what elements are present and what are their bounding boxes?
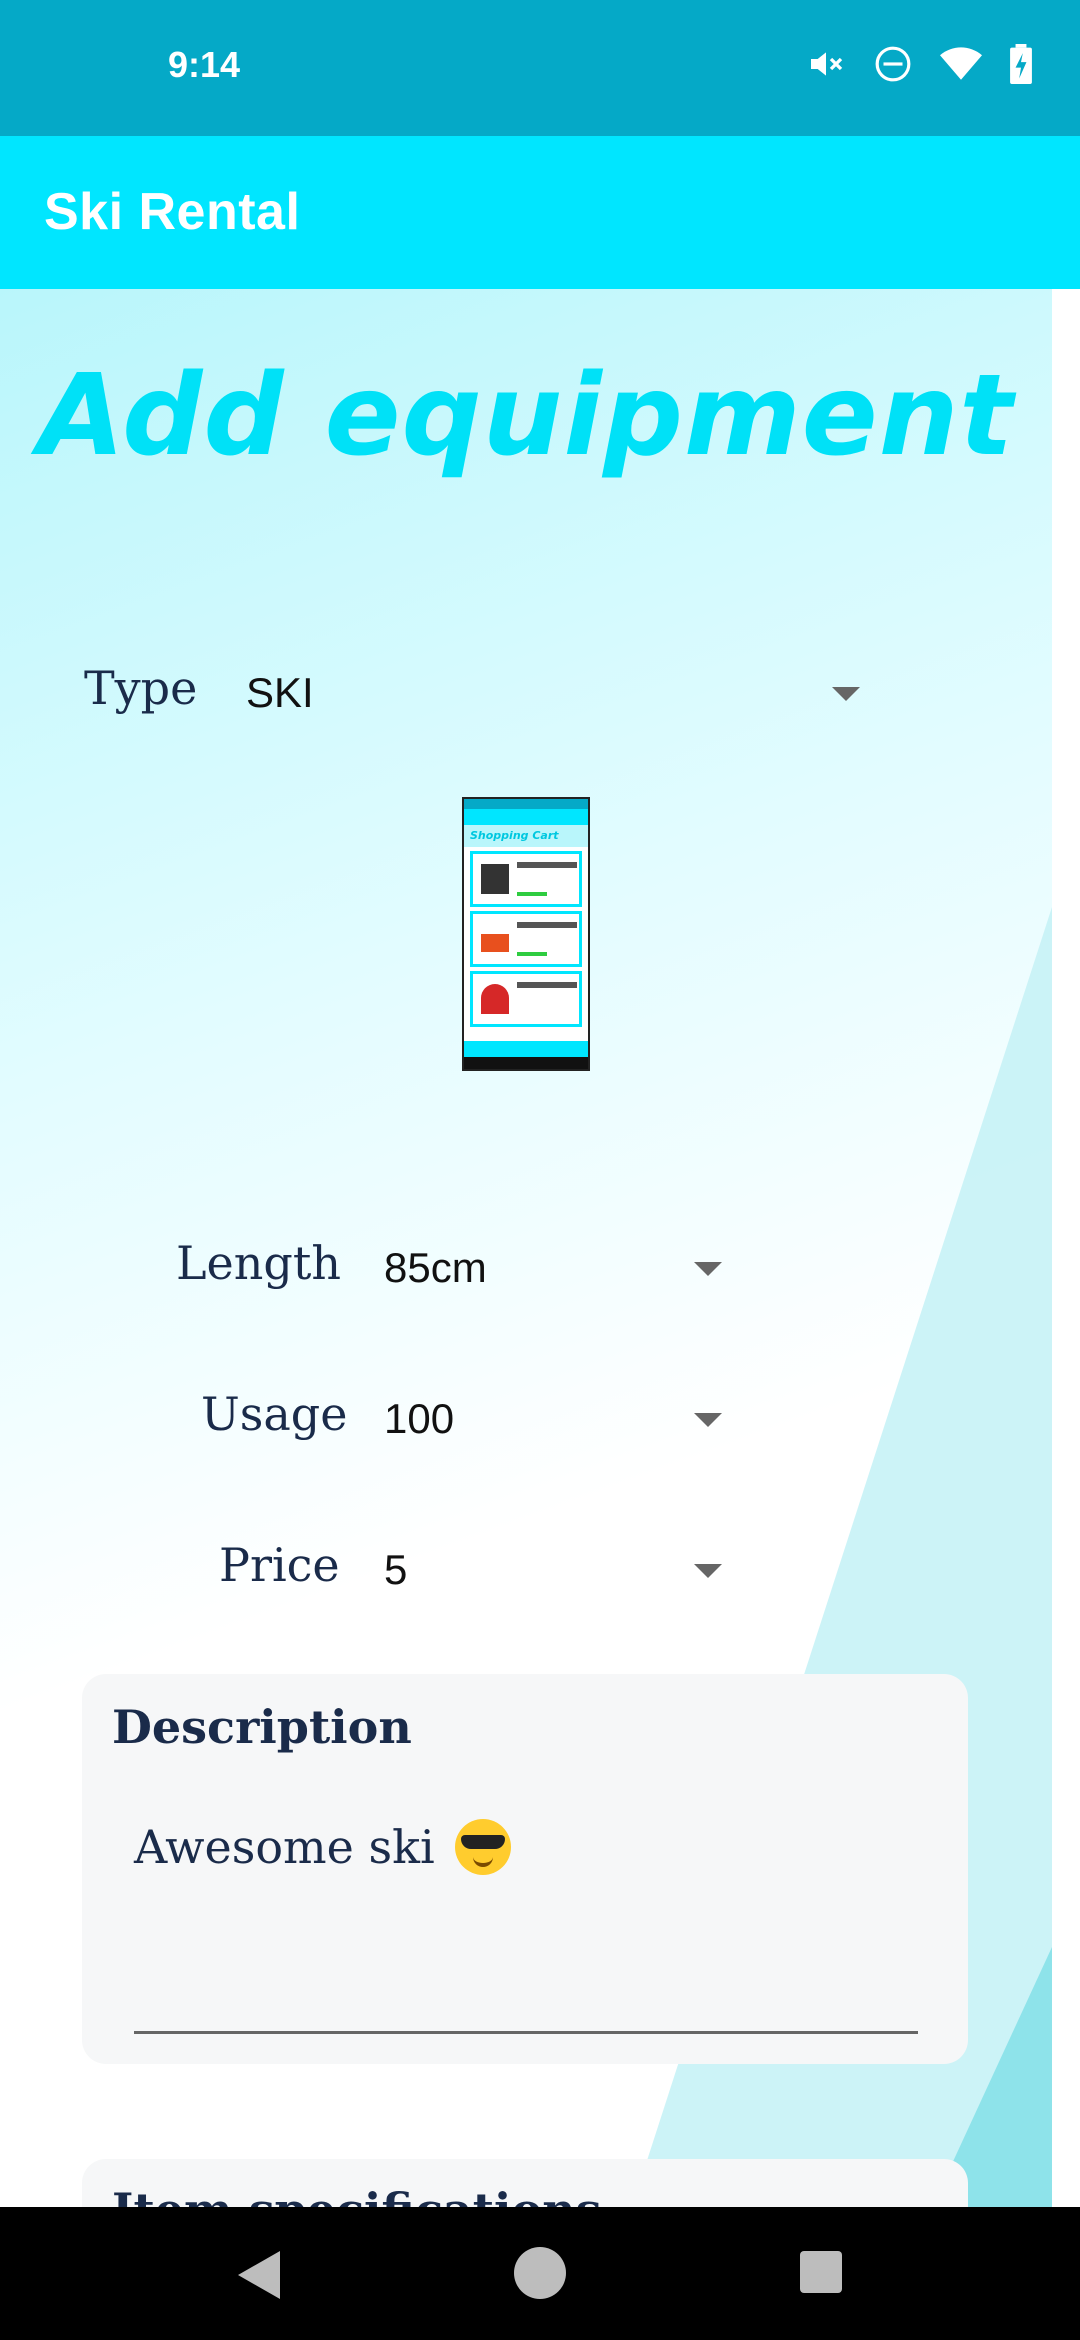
sunglasses-emoji-icon xyxy=(455,1819,512,1875)
chevron-down-icon[interactable] xyxy=(832,687,860,701)
usage-field[interactable]: Usage 100 xyxy=(0,1375,1052,1465)
usage-dropdown[interactable]: 100 xyxy=(384,1395,454,1443)
length-label: Length xyxy=(176,1236,341,1290)
chevron-down-icon[interactable] xyxy=(694,1413,722,1427)
specifications-card: Item specifications xyxy=(82,2159,968,2207)
description-card: Description Awesome ski xyxy=(82,1674,968,2064)
do-not-disturb-icon xyxy=(874,45,912,83)
app-title: Ski Rental xyxy=(44,183,301,241)
chevron-down-icon[interactable] xyxy=(694,1564,722,1578)
description-text: Awesome ski xyxy=(134,1820,435,1874)
content-area[interactable]: Add equipment Type SKI Shopping Cart Len… xyxy=(0,289,1052,2207)
price-label: Price xyxy=(219,1538,340,1592)
wifi-icon xyxy=(940,46,982,82)
equipment-image[interactable]: Shopping Cart xyxy=(462,797,590,1071)
type-label: Type xyxy=(84,661,198,715)
length-field[interactable]: Length 85cm xyxy=(0,1224,1052,1314)
status-time: 9:14 xyxy=(168,44,241,85)
recent-apps-icon[interactable] xyxy=(800,2251,842,2293)
specifications-title: Item specifications xyxy=(112,2183,602,2207)
system-nav-bar xyxy=(0,2207,1080,2340)
price-field[interactable]: Price 5 xyxy=(0,1526,1052,1616)
description-title: Description xyxy=(112,1700,412,1754)
type-dropdown[interactable]: SKI xyxy=(246,669,314,717)
price-dropdown[interactable]: 5 xyxy=(384,1546,407,1594)
chevron-down-icon[interactable] xyxy=(694,1262,722,1276)
length-dropdown[interactable]: 85cm xyxy=(384,1244,487,1292)
battery-charging-icon xyxy=(1010,44,1032,84)
usage-label: Usage xyxy=(201,1387,348,1441)
status-bar: 9:14 xyxy=(0,0,1080,136)
app-bar: Ski Rental xyxy=(0,136,1080,289)
mute-icon xyxy=(806,44,846,84)
page-title: Add equipment xyxy=(38,351,1014,481)
scrollbar-track[interactable] xyxy=(1052,289,1080,2207)
type-field[interactable]: Type SKI xyxy=(0,649,1052,739)
status-icons xyxy=(806,44,1032,84)
description-input[interactable]: Awesome ski xyxy=(134,1814,918,2034)
back-icon[interactable] xyxy=(238,2251,280,2299)
home-icon[interactable] xyxy=(514,2247,566,2299)
